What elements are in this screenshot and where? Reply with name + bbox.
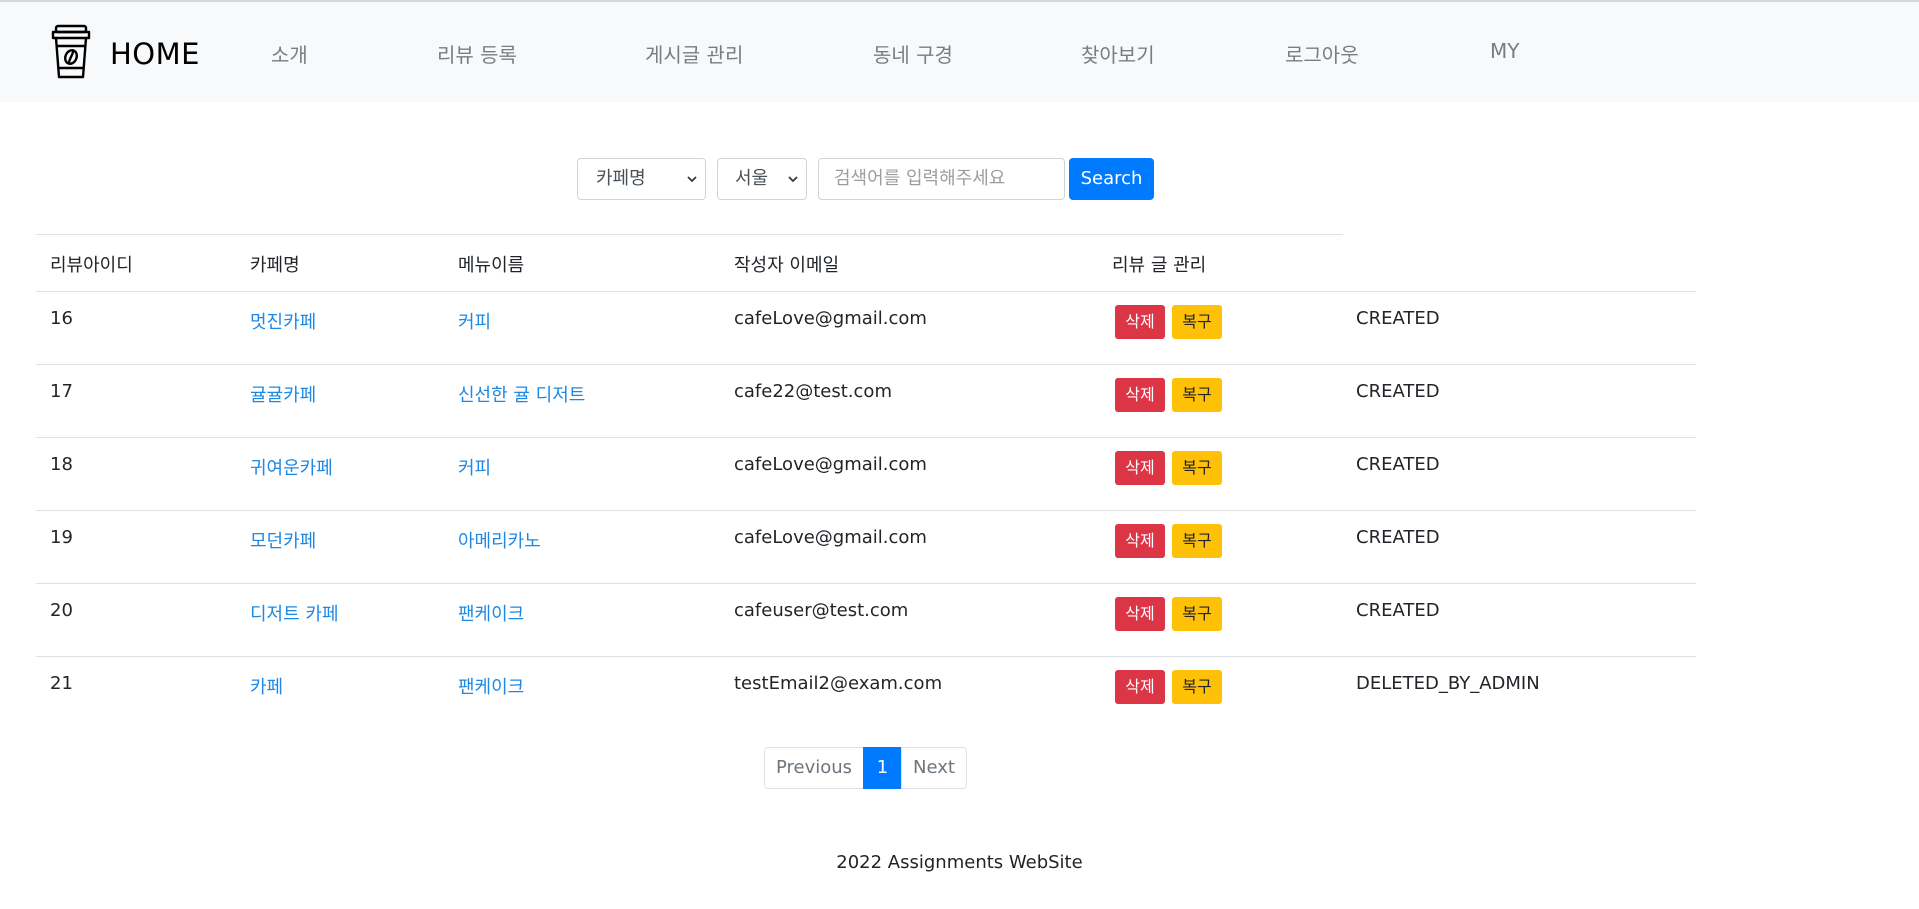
navbar: HOME 소개 리뷰 등록 게시글 관리 동네 구경 찾아보기 로그아웃 MY xyxy=(0,2,1919,102)
review-status: CREATED xyxy=(1356,308,1440,329)
review-status: DELETED_BY_ADMIN xyxy=(1356,673,1540,694)
footer-text: 2022 Assignments WebSite xyxy=(836,852,1083,873)
table-row: 21 카페 팬케이크 testEmail2@exam.com 삭제 복구 DELETED_B… xyxy=(36,656,1696,729)
delete-button[interactable]: 삭제 xyxy=(1115,378,1165,412)
menu-name-link[interactable]: 아메리카노 xyxy=(458,527,541,553)
review-id: 21 xyxy=(50,673,73,694)
cafe-name-link[interactable]: 귤귤카페 xyxy=(250,381,316,407)
delete-button[interactable]: 삭제 xyxy=(1115,670,1165,704)
menu-name-link[interactable]: 팬케이크 xyxy=(458,600,524,626)
nav-link-review-register[interactable]: 리뷰 등록 xyxy=(437,39,517,68)
nav-link-my[interactable]: MY xyxy=(1490,39,1519,63)
review-table: 리뷰아이디 카페명 메뉴이름 작성자 이메일 리뷰 글 관리 16 멋진카페 커피 c… xyxy=(36,234,1696,729)
nav-link-logout[interactable]: 로그아웃 xyxy=(1285,39,1359,68)
review-status: CREATED xyxy=(1356,527,1440,548)
search-input[interactable]: 검색어를 입력해주세요 xyxy=(818,158,1065,200)
delete-button[interactable]: 삭제 xyxy=(1115,305,1165,339)
chevron-down-icon xyxy=(687,176,697,183)
search-button[interactable]: Search xyxy=(1069,158,1154,200)
cafe-name-link[interactable]: 멋진카페 xyxy=(250,308,316,334)
restore-button[interactable]: 복구 xyxy=(1172,524,1222,558)
review-id: 16 xyxy=(50,308,73,329)
author-email: cafe22@test.com xyxy=(734,381,892,402)
table-row: 19 모던카페 아메리카노 cafeLove@gmail.com 삭제 복구 CREATED xyxy=(36,510,1696,583)
cafe-name-link[interactable]: 디저트 카페 xyxy=(250,600,339,626)
author-email: cafeLove@gmail.com xyxy=(734,308,927,329)
menu-name-link[interactable]: 커피 xyxy=(458,308,491,334)
restore-button[interactable]: 복구 xyxy=(1172,305,1222,339)
review-id: 18 xyxy=(50,454,73,475)
search-form: 카페명 서울 검색어를 입력해주세요 Search xyxy=(0,158,1919,200)
category-select-value: 카페명 xyxy=(596,168,646,189)
column-header-review-manage: 리뷰 글 관리 xyxy=(1112,255,1207,276)
table-row: 18 귀여운카페 커피 cafeLove@gmail.com 삭제 복구 CREATED xyxy=(36,437,1696,510)
nav-link-explore[interactable]: 찾아보기 xyxy=(1081,39,1155,68)
restore-button[interactable]: 복구 xyxy=(1172,451,1222,485)
nav-link-neighborhood[interactable]: 동네 구경 xyxy=(873,39,953,68)
search-placeholder: 검색어를 입력해주세요 xyxy=(834,168,1006,189)
column-header-cafe-name: 카페명 xyxy=(250,255,300,276)
cafe-name-link[interactable]: 카페 xyxy=(250,673,283,699)
coffee-cup-icon xyxy=(50,24,110,85)
category-select[interactable]: 카페명 xyxy=(577,158,706,200)
table-body: 16 멋진카페 커피 cafeLove@gmail.com 삭제 복구 CREATED 17 귤… xyxy=(36,291,1696,729)
cafe-name-link[interactable]: 귀여운카페 xyxy=(250,454,333,480)
menu-name-link[interactable]: 신선한 귤 디저트 xyxy=(458,381,585,407)
pagination-next[interactable]: Next xyxy=(901,747,967,789)
delete-button[interactable]: 삭제 xyxy=(1115,597,1165,631)
pagination-page-current[interactable]: 1 xyxy=(863,747,902,789)
author-email: cafeLove@gmail.com xyxy=(734,454,927,475)
nav-link-post-manage[interactable]: 게시글 관리 xyxy=(645,39,743,68)
table-row: 20 디저트 카페 팬케이크 cafeuser@test.com 삭제 복구 CREATED xyxy=(36,583,1696,656)
review-id: 20 xyxy=(50,600,73,621)
nav-link-intro[interactable]: 소개 xyxy=(271,39,308,68)
review-status: CREATED xyxy=(1356,381,1440,402)
region-select[interactable]: 서울 xyxy=(717,158,807,200)
column-header-author-email: 작성자 이메일 xyxy=(734,255,840,276)
region-select-value: 서울 xyxy=(735,168,769,189)
cafe-name-link[interactable]: 모던카페 xyxy=(250,527,316,553)
review-status: CREATED xyxy=(1356,600,1440,621)
review-id: 19 xyxy=(50,527,73,548)
restore-button[interactable]: 복구 xyxy=(1172,670,1222,704)
brand[interactable]: HOME xyxy=(50,24,200,85)
review-status: CREATED xyxy=(1356,454,1440,475)
chevron-down-icon xyxy=(788,176,798,183)
column-header-review-id: 리뷰아이디 xyxy=(50,255,133,276)
menu-name-link[interactable]: 팬케이크 xyxy=(458,673,524,699)
review-id: 17 xyxy=(50,381,73,402)
author-email: cafeLove@gmail.com xyxy=(734,527,927,548)
pagination-previous[interactable]: Previous xyxy=(764,747,864,789)
pagination: Previous 1 Next xyxy=(764,747,967,789)
menu-name-link[interactable]: 커피 xyxy=(458,454,491,480)
delete-button[interactable]: 삭제 xyxy=(1115,451,1165,485)
delete-button[interactable]: 삭제 xyxy=(1115,524,1165,558)
author-email: cafeuser@test.com xyxy=(734,600,909,621)
brand-title: HOME xyxy=(110,37,200,71)
table-header: 리뷰아이디 카페명 메뉴이름 작성자 이메일 리뷰 글 관리 xyxy=(36,234,1343,291)
table-row: 17 귤귤카페 신선한 귤 디저트 cafe22@test.com 삭제 복구 CREATE… xyxy=(36,364,1696,437)
column-header-menu-name: 메뉴이름 xyxy=(458,255,525,276)
restore-button[interactable]: 복구 xyxy=(1172,378,1222,412)
author-email: testEmail2@exam.com xyxy=(734,673,943,694)
table-row: 16 멋진카페 커피 cafeLove@gmail.com 삭제 복구 CREATED xyxy=(36,291,1696,364)
restore-button[interactable]: 복구 xyxy=(1172,597,1222,631)
